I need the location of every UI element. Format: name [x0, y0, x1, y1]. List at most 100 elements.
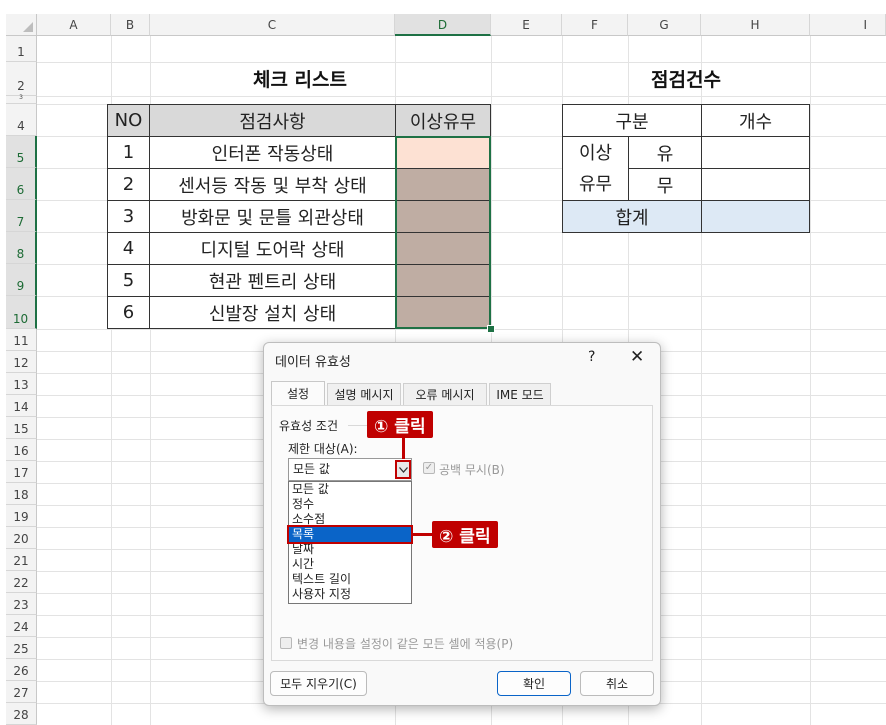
allow-label: 제한 대상(A):	[288, 442, 358, 456]
item-text[interactable]: 현관 펜트리 상태	[149, 264, 396, 297]
item-no[interactable]: 2	[107, 168, 150, 201]
row-header-12[interactable]: 12	[6, 351, 37, 373]
row-header-18[interactable]: 18	[6, 483, 37, 505]
item-text[interactable]: 센서등 작동 및 부착 상태	[149, 168, 396, 201]
item-no[interactable]: 6	[107, 296, 150, 329]
row-no-label[interactable]: 무	[628, 168, 702, 201]
row-header-20[interactable]: 20	[6, 527, 37, 549]
tab-input-message[interactable]: 설명 메시지	[327, 383, 401, 405]
tab-error-message[interactable]: 오류 메시지	[403, 383, 487, 405]
summary-title: 점검건수	[651, 69, 721, 91]
column-header-g[interactable]: G	[628, 14, 701, 36]
row-header-7[interactable]: 7	[6, 200, 37, 232]
row-header-24[interactable]: 24	[6, 615, 37, 637]
header-anomaly[interactable]: 이상유무	[395, 104, 491, 137]
item-text[interactable]: 인터폰 작동상태	[149, 136, 396, 169]
clear-all-button[interactable]: 모두 지우기(C)	[270, 671, 367, 696]
row-header-15[interactable]: 15	[6, 417, 37, 439]
option-list[interactable]: 목록	[287, 525, 413, 544]
apply-all-label: 변경 내용을 설정이 같은 모든 셀에 적용(P)	[297, 637, 514, 651]
option-custom[interactable]: 사용자 지정	[289, 587, 411, 602]
callout-step1: ① 클릭	[367, 411, 433, 438]
allow-value: 모든 값	[293, 462, 330, 476]
row-header-3[interactable]: 3	[6, 94, 37, 104]
allow-options-list[interactable]: 모든 값 정수 소수점 목록 날짜 시간 텍스트 길이 사용자 지정	[287, 481, 413, 604]
ok-button[interactable]: 확인	[497, 671, 571, 696]
chevron-down-icon	[398, 466, 408, 473]
select-all-corner[interactable]	[6, 14, 37, 36]
row-header-5[interactable]: 5	[6, 136, 37, 168]
header-category[interactable]: 구분	[562, 104, 702, 137]
dialog-title: 데이터 유효성	[275, 355, 351, 370]
group-anomaly[interactable]: 이상 유무	[562, 136, 629, 201]
row-header-6[interactable]: 6	[6, 168, 37, 200]
option-decimal[interactable]: 소수점	[289, 512, 411, 527]
header-no[interactable]: NO	[107, 104, 150, 137]
column-header-c[interactable]: C	[150, 14, 395, 36]
item-text[interactable]: 방화문 및 문틀 외관상태	[149, 200, 396, 233]
option-any-value[interactable]: 모든 값	[289, 482, 411, 497]
group-label-line1: 이상	[578, 142, 613, 164]
apply-all-checkbox[interactable]	[280, 637, 292, 649]
row-header-13[interactable]: 13	[6, 373, 37, 395]
allow-combobox[interactable]: 모든 값	[288, 458, 412, 481]
item-text[interactable]: 신발장 설치 상태	[149, 296, 396, 329]
row-header-11[interactable]: 11	[6, 329, 37, 351]
row-header-8[interactable]: 8	[6, 232, 37, 264]
row-yes-label[interactable]: 유	[628, 136, 702, 169]
header-count[interactable]: 개수	[701, 104, 810, 137]
ignore-blank-label: 공백 무시(B)	[439, 463, 505, 477]
callout-step2: ② 클릭	[432, 521, 498, 548]
cancel-button[interactable]: 취소	[580, 671, 654, 696]
column-header-e[interactable]: E	[491, 14, 562, 36]
count-yes-cell[interactable]	[701, 136, 810, 169]
total-label[interactable]: 합계	[562, 200, 702, 233]
row-header-26[interactable]: 26	[6, 659, 37, 681]
item-no[interactable]: 5	[107, 264, 150, 297]
header-check-item[interactable]: 점검사항	[149, 104, 396, 137]
row-header-14[interactable]: 14	[6, 395, 37, 417]
row-header-19[interactable]: 19	[6, 505, 37, 527]
fill-handle[interactable]	[487, 325, 495, 333]
row-header-21[interactable]: 21	[6, 549, 37, 571]
tab-settings[interactable]: 설정	[271, 381, 325, 405]
help-button[interactable]: ?	[588, 349, 595, 365]
row-header-23[interactable]: 23	[6, 593, 37, 615]
ignore-blank-checkbox[interactable]: ✓	[423, 462, 435, 474]
row-header-22[interactable]: 22	[6, 571, 37, 593]
row-header-4[interactable]: 4	[6, 104, 37, 136]
column-header-f[interactable]: F	[562, 14, 628, 36]
checklist-title: 체크 리스트	[252, 69, 347, 91]
column-header-a[interactable]: A	[37, 14, 111, 36]
total-count-cell[interactable]	[701, 200, 810, 233]
row-header-16[interactable]: 16	[6, 439, 37, 461]
item-no[interactable]: 4	[107, 232, 150, 265]
cell-selection	[395, 136, 491, 329]
row-header-28[interactable]: 28	[6, 703, 37, 725]
option-date[interactable]: 날짜	[289, 542, 411, 557]
column-header-i[interactable]: I	[810, 14, 886, 36]
close-icon[interactable]: ✕	[630, 347, 644, 367]
group-label-line2: 유무	[578, 173, 613, 195]
row-header-17[interactable]: 17	[6, 461, 37, 483]
row-header-1[interactable]: 1	[6, 36, 37, 62]
column-header-b[interactable]: B	[111, 14, 150, 36]
item-no[interactable]: 3	[107, 200, 150, 233]
tab-ime-mode[interactable]: IME 모드	[489, 383, 551, 405]
column-header-h[interactable]: H	[701, 14, 810, 36]
row-header-2[interactable]: 2	[6, 62, 37, 96]
item-no[interactable]: 1	[107, 136, 150, 169]
count-no-cell[interactable]	[701, 168, 810, 201]
allow-dropdown-button[interactable]	[395, 460, 411, 479]
row-header-25[interactable]: 25	[6, 637, 37, 659]
row-header-9[interactable]: 9	[6, 264, 37, 296]
row-header-27[interactable]: 27	[6, 681, 37, 703]
row-header-10[interactable]: 10	[6, 296, 37, 329]
option-whole-number[interactable]: 정수	[289, 497, 411, 512]
column-header-d[interactable]: D	[395, 14, 491, 36]
callout-step1-line	[402, 436, 405, 459]
item-text[interactable]: 디지털 도어락 상태	[149, 232, 396, 265]
callout-step2-line	[411, 533, 433, 536]
option-text-length[interactable]: 텍스트 길이	[289, 572, 411, 587]
option-time[interactable]: 시간	[289, 557, 411, 572]
